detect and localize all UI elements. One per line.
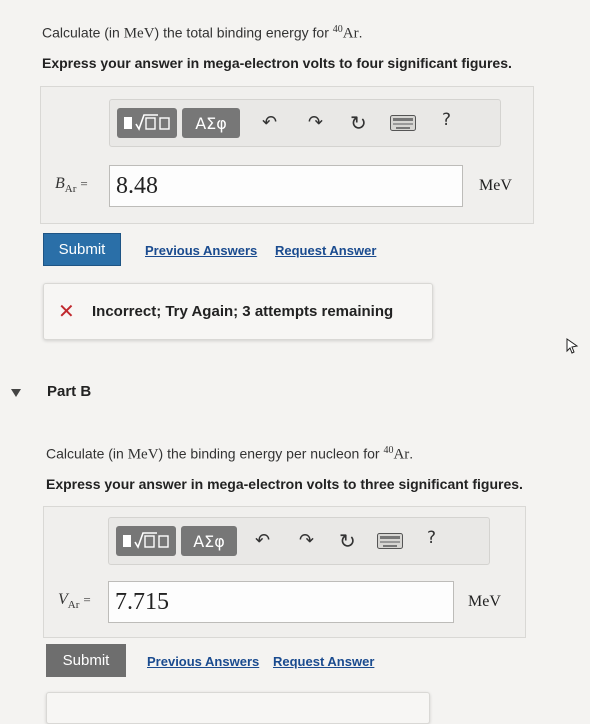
reset-icon[interactable]: ↻	[350, 111, 367, 135]
mouse-cursor-icon	[564, 337, 580, 360]
part-b-variable-label: VAr =	[58, 591, 91, 612]
redo-icon[interactable]: ↷	[308, 112, 323, 133]
error-x-icon: ✕	[58, 299, 75, 323]
reset-icon[interactable]: ↻	[339, 529, 356, 553]
part-a-answer-panel: ΑΣφ ↶ ↷ ↻ ? BAr = 8.48 MeV	[40, 86, 534, 224]
part-a-request-answer-link[interactable]: Request Answer	[275, 243, 376, 258]
part-a-unit-label: MeV	[479, 177, 512, 194]
part-b-unit-label: MeV	[468, 593, 501, 610]
part-b-submit-button[interactable]: Submit	[46, 644, 126, 677]
part-a-feedback-box: ✕ Incorrect; Try Again; 3 attempts remai…	[43, 283, 433, 340]
part-b-equation-toolbar: ΑΣφ ↶ ↷ ↻ ?	[108, 517, 490, 565]
undo-icon[interactable]: ↶	[262, 112, 277, 133]
part-b-feedback-box	[46, 692, 430, 724]
part-b-previous-answers-link[interactable]: Previous Answers	[147, 654, 259, 669]
templates-icon[interactable]	[117, 108, 177, 138]
part-a-question: Calculate (in MeV) the total binding ene…	[42, 24, 363, 42]
part-b-header[interactable]: Part B	[47, 383, 91, 400]
part-a-instruction: Express your answer in mega-electron vol…	[42, 55, 512, 71]
greek-symbols-icon[interactable]: ΑΣφ	[181, 526, 237, 556]
part-b-answer-panel: ΑΣφ ↶ ↷ ↻ ? VAr = 7.715 MeV	[43, 506, 526, 638]
undo-icon[interactable]: ↶	[255, 530, 270, 551]
templates-icon[interactable]	[116, 526, 176, 556]
part-b-collapse-icon[interactable]	[10, 385, 22, 403]
part-a-answer-input[interactable]: 8.48	[109, 165, 463, 207]
part-a-equation-toolbar: ΑΣφ ↶ ↷ ↻ ?	[109, 99, 501, 147]
keyboard-icon[interactable]	[377, 533, 403, 554]
part-b-instruction: Express your answer in mega-electron vol…	[46, 476, 523, 492]
part-b-request-answer-link[interactable]: Request Answer	[273, 654, 374, 669]
redo-icon[interactable]: ↷	[299, 530, 314, 551]
help-icon[interactable]: ?	[442, 110, 451, 130]
part-a-submit-button[interactable]: Submit	[43, 233, 121, 266]
part-a-feedback-text: Incorrect; Try Again; 3 attempts remaini…	[92, 303, 394, 320]
keyboard-icon[interactable]	[390, 115, 416, 136]
part-a-previous-answers-link[interactable]: Previous Answers	[145, 243, 257, 258]
help-icon[interactable]: ?	[427, 528, 436, 548]
part-b-question: Calculate (in MeV) the binding energy pe…	[46, 445, 414, 463]
part-a-variable-label: BAr =	[55, 175, 88, 196]
part-b-answer-input[interactable]: 7.715	[108, 581, 454, 623]
greek-symbols-icon[interactable]: ΑΣφ	[182, 108, 240, 138]
